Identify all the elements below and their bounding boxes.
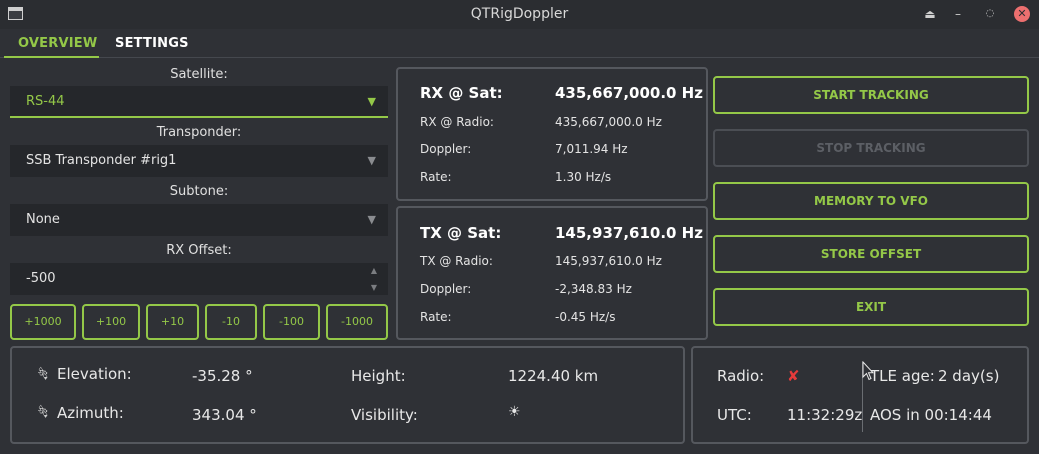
transponder-label: Transponder: <box>156 125 242 140</box>
tab-settings[interactable]: SETTINGS <box>115 36 189 51</box>
tab-overview[interactable]: OVERVIEW <box>18 36 97 51</box>
tle-age-value: 2 day(s) <box>938 367 1000 385</box>
mouse-cursor-icon <box>862 361 874 381</box>
tx-frame: TX @ Sat: 145,937,610.0 Hz TX @ Radio: 1… <box>396 206 708 340</box>
elevation-value: -35.28 ° <box>192 367 253 385</box>
position-panel <box>10 346 685 444</box>
title-bar: QTRigDoppler ⏏ – ◌ ✕ <box>0 0 1039 29</box>
offset-minus-10-button[interactable]: -10 <box>205 304 257 340</box>
tx-doppler-label: Doppler: <box>420 282 472 296</box>
status-panel <box>691 346 1029 444</box>
sun-icon: ☀ <box>508 404 521 420</box>
azimuth-label: Azimuth: <box>57 404 124 422</box>
offset-plus-1000-button[interactable]: +1000 <box>10 304 76 340</box>
rx-radio-label: RX @ Radio: <box>420 115 494 129</box>
azimuth-value: 343.04 ° <box>192 406 257 424</box>
rx-rate-value: 1.30 Hz/s <box>555 170 612 184</box>
rx-rate-label: Rate: <box>420 170 452 184</box>
chevron-down-icon: ▼ <box>367 95 376 108</box>
tle-age-label: TLE age: <box>870 367 935 385</box>
elevation-label: Elevation: <box>57 365 132 383</box>
chevron-down-icon: ▼ <box>367 213 376 226</box>
window-title: QTRigDoppler <box>470 6 569 22</box>
tab-bar: OVERVIEW SETTINGS <box>0 29 1039 58</box>
rx-doppler-value: 7,011.94 Hz <box>555 142 628 156</box>
utc-label: UTC: <box>717 406 752 424</box>
subtone-label: Subtone: <box>169 184 229 199</box>
subtone-value: None <box>26 212 60 227</box>
transponder-value: SSB Transponder #rig1 <box>26 153 177 168</box>
height-label: Height: <box>351 367 406 385</box>
chevron-down-icon: ▼ <box>367 154 376 167</box>
subtone-select[interactable]: None ▼ <box>10 204 388 236</box>
satellite-select[interactable]: RS-44 ▼ <box>10 86 388 118</box>
radio-label: Radio: <box>717 367 765 385</box>
rx-sat-label: RX @ Sat: <box>420 84 503 102</box>
radio-disconnected-icon: ✘ <box>787 367 800 385</box>
memory-to-vfo-button[interactable]: MEMORY TO VFO <box>713 182 1029 220</box>
tx-radio-label: TX @ Radio: <box>420 254 493 268</box>
tx-rate-label: Rate: <box>420 310 452 324</box>
start-tracking-button[interactable]: START TRACKING <box>713 76 1029 114</box>
height-value: 1224.40 km <box>508 367 599 385</box>
store-offset-button[interactable]: STORE OFFSET <box>713 235 1029 273</box>
rx-offset-label: RX Offset: <box>166 243 232 258</box>
visibility-label: Visibility: <box>351 406 418 424</box>
tx-radio-frequency: 145,937,610.0 Hz <box>555 254 662 268</box>
shade-icon[interactable]: ⏏ <box>922 6 938 22</box>
aos-countdown: AOS in 00:14:44 <box>870 406 992 424</box>
offset-plus-100-button[interactable]: +100 <box>82 304 140 340</box>
tx-sat-frequency: 145,937,610.0 Hz <box>555 224 703 242</box>
spin-down-icon[interactable]: ▼ <box>371 283 377 292</box>
offset-minus-100-button[interactable]: -100 <box>263 304 320 340</box>
rx-offset-value: -500 <box>26 271 56 286</box>
rx-sat-frequency: 435,667,000.0 Hz <box>555 84 703 102</box>
minimize-icon[interactable]: – <box>950 6 966 22</box>
rx-radio-frequency: 435,667,000.0 Hz <box>555 115 662 129</box>
rx-frame: RX @ Sat: 435,667,000.0 Hz RX @ Radio: 4… <box>396 67 708 201</box>
offset-minus-1000-button[interactable]: -1000 <box>326 304 388 340</box>
close-icon[interactable]: ✕ <box>1014 6 1030 22</box>
spin-up-icon[interactable]: ▲ <box>371 266 377 275</box>
offset-plus-10-button[interactable]: +10 <box>146 304 199 340</box>
satellite-label: Satellite: <box>170 67 228 82</box>
rx-offset-spinbox[interactable]: -500 ▲ ▼ <box>10 263 388 295</box>
tx-doppler-value: -2,348.83 Hz <box>555 282 632 296</box>
transponder-select[interactable]: SSB Transponder #rig1 ▼ <box>10 145 388 177</box>
stop-tracking-button[interactable]: STOP TRACKING <box>713 129 1029 167</box>
restore-icon[interactable]: ◌ <box>982 6 998 22</box>
tx-sat-label: TX @ Sat: <box>420 224 502 242</box>
active-tab-indicator <box>4 56 99 58</box>
utc-time: 11:32:29z <box>787 406 863 424</box>
rx-doppler-label: Doppler: <box>420 142 472 156</box>
tx-rate-value: -0.45 Hz/s <box>555 310 616 324</box>
exit-button[interactable]: EXIT <box>713 288 1029 326</box>
satellite-value: RS-44 <box>26 94 65 109</box>
